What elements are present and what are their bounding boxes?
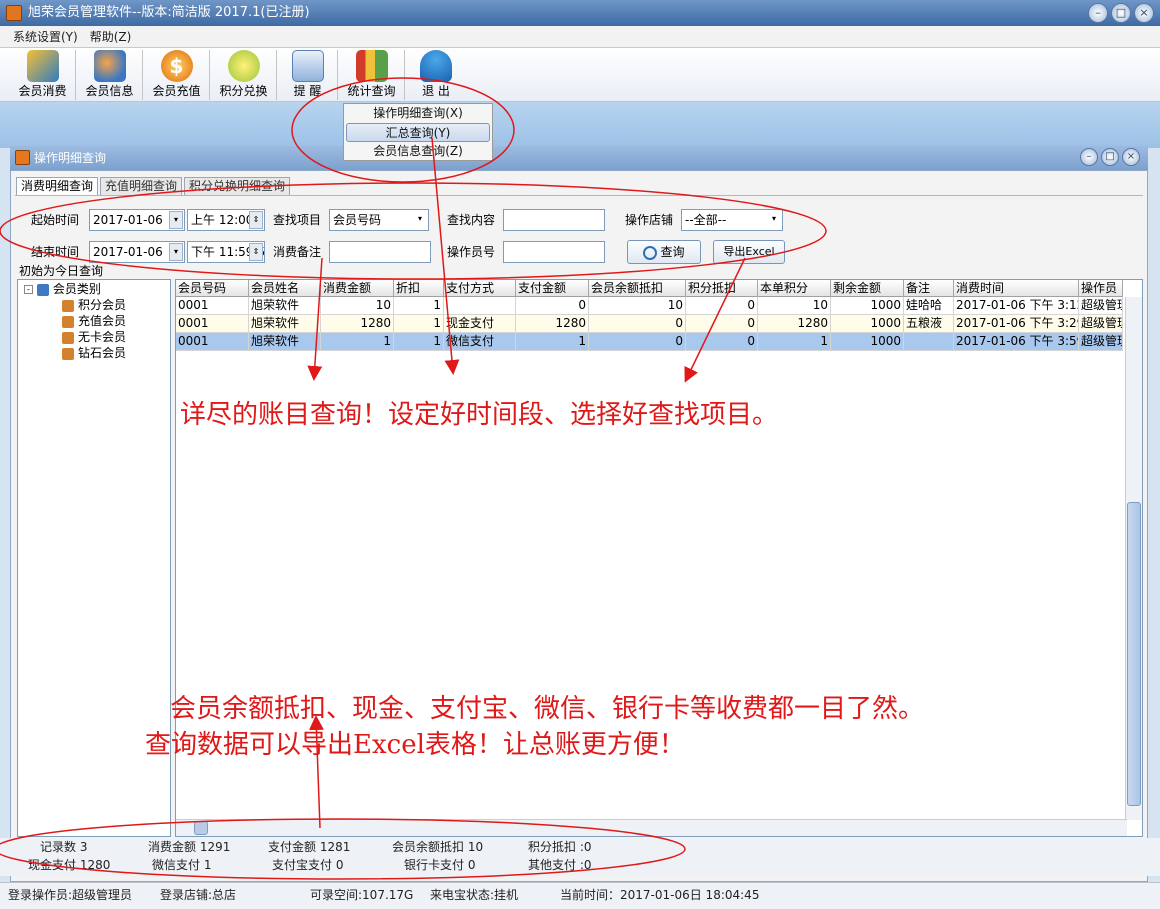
annotation-arrow [431,137,460,375]
annotation-ellipse-filter [0,182,827,280]
annotation-text-1: 详尽的账目查询！设定好时间段、选择好查找项目。 [180,400,779,430]
annotation-arrow [307,257,323,381]
annotation-text-3: 查询数据可以导出Excel表格！让总账更方便！ [145,730,685,760]
annotation-ellipse-menu [291,77,515,183]
annotation-overlay [0,77,827,880]
annotation-text-2: 会员余额抵扣、现金、支付宝、微信、银行卡等收费都一目了然。 [170,694,925,724]
annotation-ellipse-stats [0,818,686,880]
annotation-arrow [684,257,746,383]
